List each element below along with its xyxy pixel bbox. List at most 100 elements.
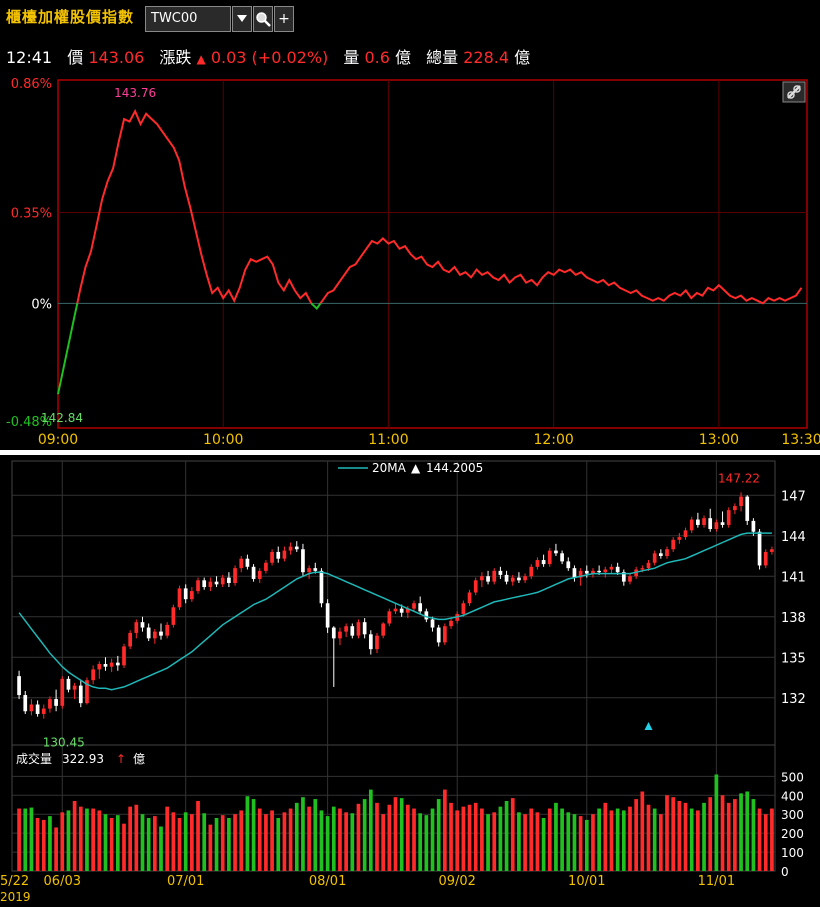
volume-bar xyxy=(66,810,71,871)
x-tick-label: 11/01 xyxy=(698,874,735,889)
volume-bar xyxy=(115,815,120,871)
legend-ma-value: 144.2005 xyxy=(426,461,483,475)
volume-tick-label: 400 xyxy=(781,789,804,803)
price-line-up xyxy=(319,237,803,305)
volume-bar xyxy=(523,814,527,871)
x-tick-label: 10:00 xyxy=(203,432,243,448)
volume-bar xyxy=(634,799,639,871)
low-label: 130.45 xyxy=(43,736,85,750)
volume-bar xyxy=(597,808,601,871)
volume-bar xyxy=(190,814,194,871)
volume-bar xyxy=(72,800,77,871)
candle-body xyxy=(233,568,237,583)
candle-body xyxy=(91,669,95,681)
volume-bar xyxy=(159,826,163,871)
volume-bar xyxy=(473,802,478,871)
candle-body xyxy=(517,577,521,581)
volume-unit: 億 xyxy=(133,752,145,766)
plot-frame xyxy=(11,460,776,872)
volume-bar xyxy=(202,813,207,871)
y-tick-label: 135 xyxy=(781,651,806,666)
volume-bar xyxy=(338,808,342,871)
low-label: 142.84 xyxy=(41,411,83,425)
high-label: 147.22 xyxy=(718,471,760,485)
candle-body xyxy=(603,569,608,573)
legend-ma-arrow: ▲ xyxy=(411,461,421,475)
candle-body xyxy=(128,632,133,647)
candle-body xyxy=(146,627,151,639)
candle-body xyxy=(640,568,645,570)
volume-bar xyxy=(146,818,151,871)
volume-bar xyxy=(529,808,534,871)
candle-body xyxy=(381,623,386,636)
x-tick-label: 11:00 xyxy=(368,432,408,448)
volume-bar xyxy=(313,799,318,871)
candle-body xyxy=(350,626,355,636)
volume-bar xyxy=(208,824,213,871)
y-tick-label: 138 xyxy=(781,611,806,626)
candle-body xyxy=(78,685,83,704)
volume-bar xyxy=(547,808,552,871)
volume-bar xyxy=(603,802,608,871)
volume-bar xyxy=(294,802,299,871)
y-tick-label: 144 xyxy=(781,530,806,545)
candle-body xyxy=(393,608,398,612)
volume-bar xyxy=(257,808,262,871)
legend-ma-name: 20MA xyxy=(372,461,407,475)
intraday-panel: 櫃檯加權股價指數 TWC00 + 12:41 價 143.06 漲跌 ▲ 0.0… xyxy=(0,0,820,450)
candle-body xyxy=(276,551,281,559)
x-tick-label: 09:00 xyxy=(38,432,78,448)
volume-bar xyxy=(745,791,750,871)
intraday-chart: 09:00 10:00 11:00 12:00 13:00 13:30 0.86% 0.35%… xyxy=(6,77,820,448)
candle-body xyxy=(696,519,700,525)
volume-bar xyxy=(91,808,95,871)
volume-bar xyxy=(714,774,719,871)
volume-label: 成交量 xyxy=(16,751,52,766)
volume-bar xyxy=(763,814,768,871)
volume-bar xyxy=(652,808,657,871)
volume-bar xyxy=(443,789,447,871)
candle-body xyxy=(467,592,472,604)
volume-tick-label: 300 xyxy=(781,808,804,822)
x-year-label: 2019 xyxy=(0,890,31,904)
candle-body xyxy=(159,631,163,636)
volume-bar xyxy=(492,812,497,871)
link-icon xyxy=(782,81,806,103)
volume-bar xyxy=(85,808,89,871)
candle-body xyxy=(461,603,466,615)
volume-bar xyxy=(541,818,546,871)
volume-bar xyxy=(214,818,219,871)
volume-bar xyxy=(572,814,577,871)
volume-bar xyxy=(430,808,435,871)
volume-bar xyxy=(103,814,108,871)
candle-body xyxy=(566,561,571,569)
volume-bar xyxy=(658,814,663,871)
volume-bar xyxy=(751,799,756,871)
x-tick-label: 10/01 xyxy=(568,874,605,889)
volume-bar xyxy=(739,793,743,871)
volume-bar xyxy=(455,810,460,871)
volume-bar xyxy=(239,810,244,871)
volume-bar xyxy=(350,813,355,871)
candle-body xyxy=(109,662,114,667)
candle-body xyxy=(412,603,416,609)
candle-body xyxy=(658,553,663,556)
x-tick-label: 13:00 xyxy=(699,432,739,448)
candle-body xyxy=(152,631,157,639)
volume-bar xyxy=(517,812,521,871)
candle-body xyxy=(23,695,28,712)
volume-bar xyxy=(356,803,361,871)
candle-body xyxy=(708,518,713,529)
volume-bar xyxy=(498,806,503,871)
candle-body xyxy=(375,635,379,650)
candle-body xyxy=(652,553,657,563)
candle-body xyxy=(751,520,756,532)
volume-bar xyxy=(227,818,231,871)
volume-bar xyxy=(535,812,540,871)
volume-tick-label: 500 xyxy=(781,770,804,784)
candle-body xyxy=(449,620,453,627)
candle-body xyxy=(239,558,244,569)
volume-bar xyxy=(399,798,404,871)
volume-bar xyxy=(449,802,453,871)
volume-bar xyxy=(152,816,157,871)
